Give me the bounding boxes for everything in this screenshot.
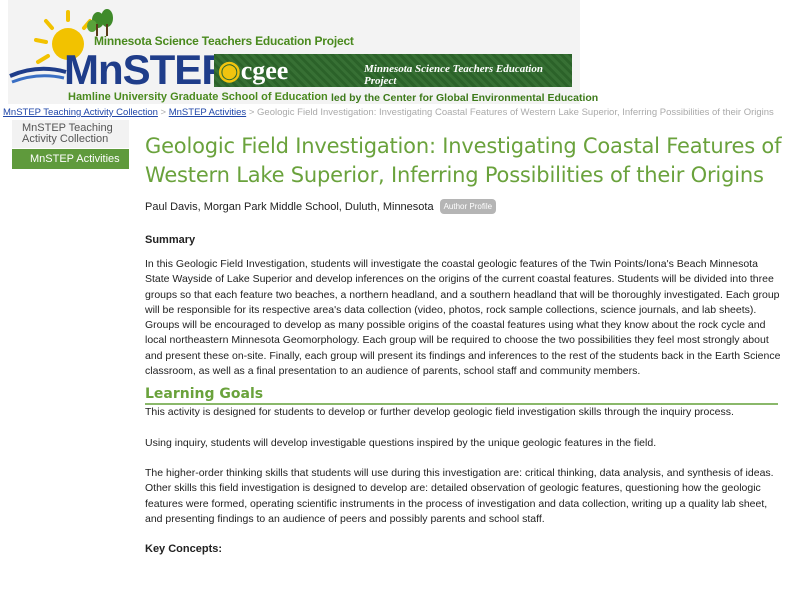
learning-goals-heading: Learning Goals xyxy=(145,386,778,406)
author-name: Paul Davis, Morgan Park Middle School, D… xyxy=(145,200,434,213)
cgee-logo: ◉cgee xyxy=(218,56,288,86)
led-by-text: led by the Center for Global Environment… xyxy=(331,92,599,104)
main-content: Geologic Field Investigation: Investigat… xyxy=(145,132,785,555)
sidebar-item-label: Activity Collection xyxy=(22,133,109,145)
globe-icon: ◉ xyxy=(218,56,241,85)
site-header: Minnesota Science Teachers Education Pro… xyxy=(0,0,800,106)
cgee-tagline: Minnesota Science Teachers Education Pro… xyxy=(364,63,543,87)
sidebar-item-collection[interactable]: MnSTEP Teaching Activity Collection xyxy=(12,120,129,148)
summary-text: In this Geologic Field Investigation, st… xyxy=(145,258,781,378)
summary-heading: Summary xyxy=(145,234,196,246)
page-title: Geologic Field Investigation: Investigat… xyxy=(145,134,782,187)
breadcrumb-current: Geologic Field Investigation: Investigat… xyxy=(257,107,774,118)
breadcrumb-separator: > xyxy=(160,107,167,118)
learning-goal-paragraph: Using inquiry, students will develop inv… xyxy=(145,436,657,449)
learning-goal-paragraph: This activity is designed for students t… xyxy=(145,406,734,419)
breadcrumb-link-collection[interactable]: MnSTEP Teaching Activity Collection xyxy=(3,107,158,118)
cgee-banner[interactable]: ◉cgee Minnesota Science Teachers Educati… xyxy=(214,54,572,87)
breadcrumb-link-activities[interactable]: MnSTEP Activities xyxy=(169,107,246,118)
mnstep-logo[interactable]: MnSTEP xyxy=(64,48,229,92)
sidebar: MnSTEP Teaching Activity Collection MnST… xyxy=(12,120,129,169)
cgee-logo-text: cgee xyxy=(240,56,289,85)
learning-goal-paragraph: The higher-order thinking skills that st… xyxy=(145,466,774,479)
sidebar-item-activities[interactable]: MnSTEP Activities xyxy=(12,149,129,169)
university-name: Hamline University Graduate School of Ed… xyxy=(68,91,328,103)
breadcrumb: MnSTEP Teaching Activity Collection > Mn… xyxy=(3,107,774,118)
learning-goal-paragraph: Other skills this field investigation is… xyxy=(145,482,768,525)
author-line: Paul Davis, Morgan Park Middle School, D… xyxy=(145,199,785,214)
author-profile-button[interactable]: Author Profile xyxy=(439,199,497,214)
breadcrumb-separator: > xyxy=(248,107,255,118)
key-concepts-heading: Key Concepts: xyxy=(145,543,223,556)
